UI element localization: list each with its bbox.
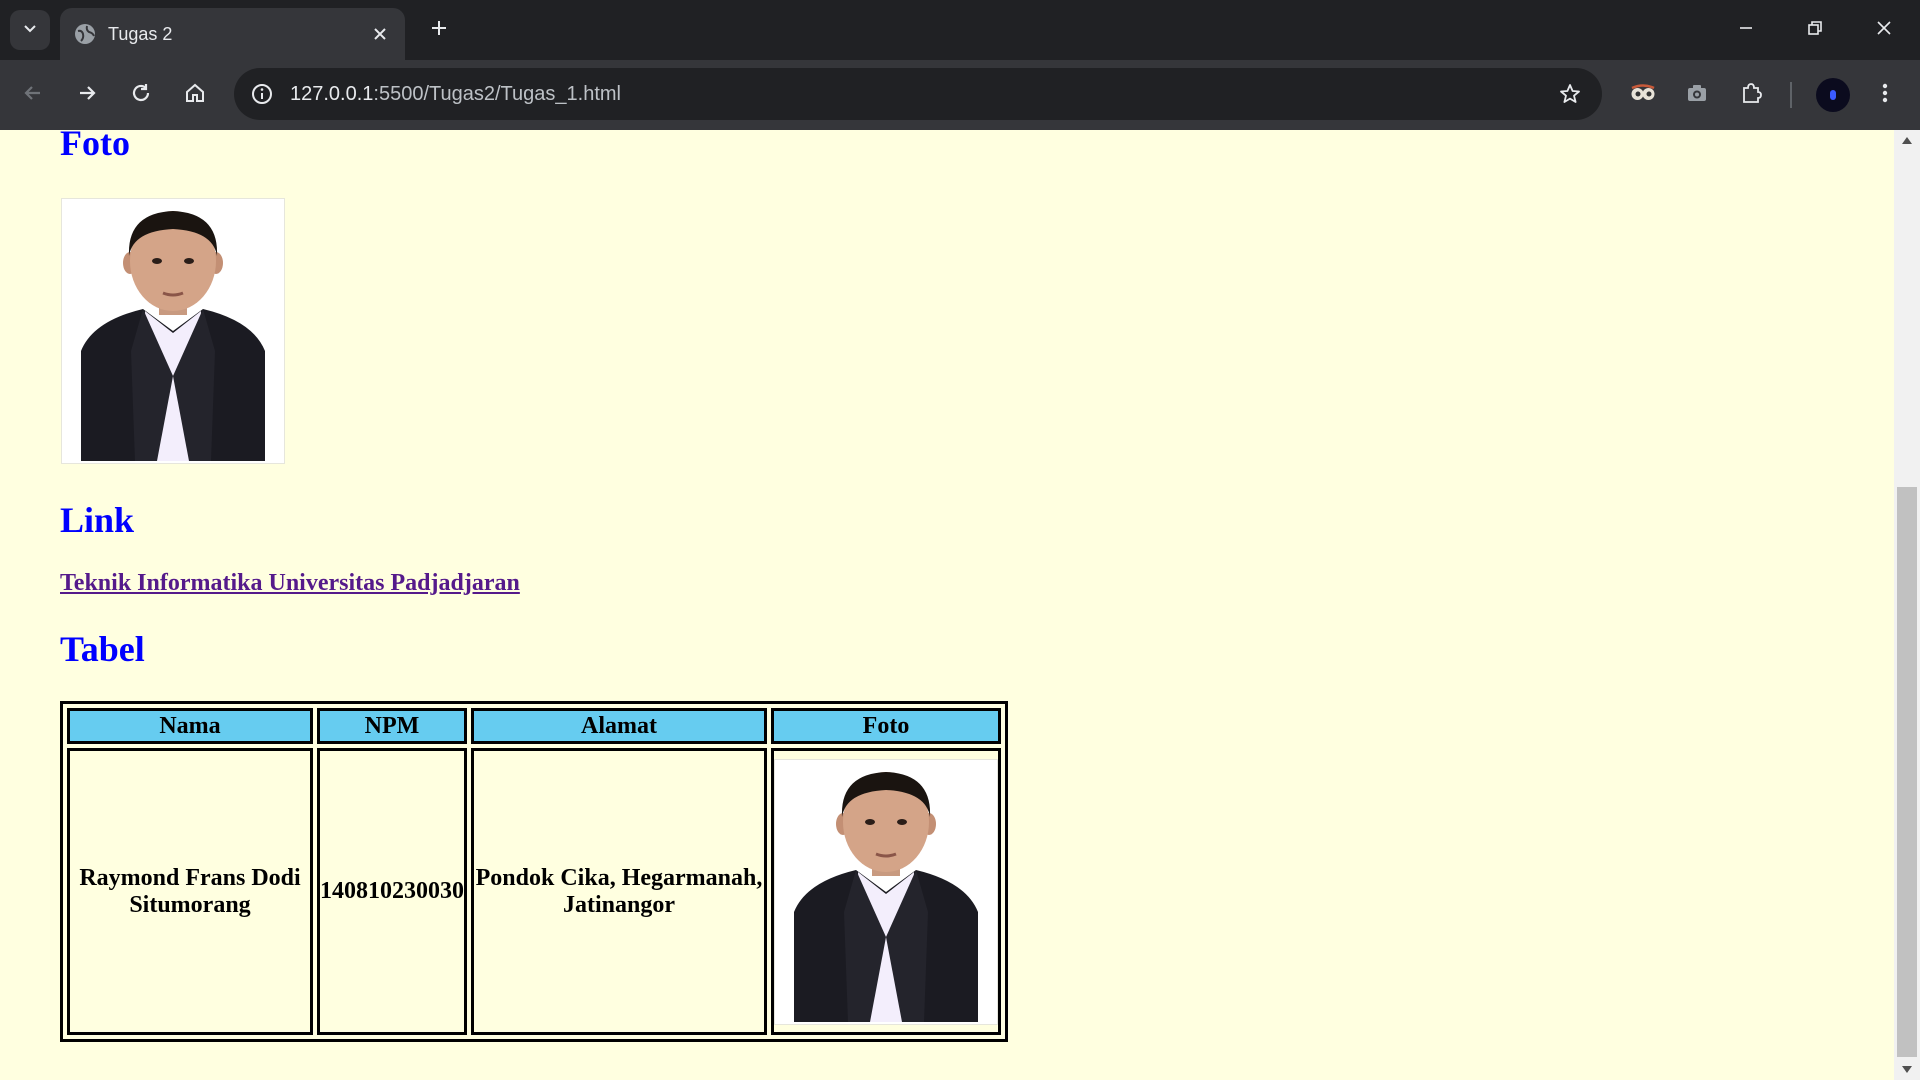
puzzle-icon <box>1740 82 1762 109</box>
profile-photo <box>61 198 285 464</box>
extensions-button[interactable] <box>1734 78 1768 112</box>
home-icon <box>184 82 206 109</box>
screenshot-extension-button[interactable] <box>1680 78 1714 112</box>
page-viewport: Foto Link Teknik Informatika Universitas… <box>0 130 1894 1080</box>
scroll-thumb[interactable] <box>1897 487 1917 1057</box>
reload-button[interactable] <box>124 78 158 112</box>
url-path: :5500/Tugas2/Tugas_1.html <box>373 83 621 105</box>
new-tab-button[interactable] <box>423 14 455 46</box>
back-arrow-icon <box>22 82 44 109</box>
address-bar[interactable]: 127.0.0.1:5500/Tugas2/Tugas_1.html <box>234 68 1602 120</box>
extension-eyes-button[interactable] <box>1626 78 1660 112</box>
reload-icon <box>130 82 152 109</box>
chevron-down-icon <box>22 20 38 41</box>
foto-heading: Foto <box>60 130 130 163</box>
minimize-icon <box>1738 20 1754 41</box>
close-window-button[interactable] <box>1861 8 1907 52</box>
triangle-up-icon <box>1902 131 1912 149</box>
back-button[interactable] <box>16 78 50 112</box>
triangle-down-icon <box>1902 1061 1912 1079</box>
table-portrait-image <box>774 758 998 1025</box>
tab-search-button[interactable] <box>10 10 50 50</box>
header-alamat: Alamat <box>471 708 767 744</box>
cell-npm: 140810230030 <box>317 748 467 1035</box>
browser-toolbar: 127.0.0.1:5500/Tugas2/Tugas_1.html <box>0 60 1920 130</box>
nama-value: Raymond Frans Dodi Situmorang <box>79 864 301 918</box>
tab-title: Tugas 2 <box>108 24 173 44</box>
informatics-link[interactable]: Teknik Informatika Universitas Padjadjar… <box>60 570 520 597</box>
header-npm: NPM <box>317 708 467 744</box>
kebab-menu-icon <box>1882 82 1888 109</box>
url-host: 127.0.0.1 <box>290 83 374 105</box>
close-icon[interactable] <box>369 23 391 45</box>
info-icon[interactable] <box>246 78 278 110</box>
forward-button[interactable] <box>70 78 104 112</box>
menu-button[interactable] <box>1868 78 1902 112</box>
vertical-scrollbar[interactable] <box>1894 130 1920 1080</box>
header-nama: Nama <box>67 708 313 744</box>
home-button[interactable] <box>178 78 212 112</box>
table-row: Raymond Frans Dodi Situmorang 1408102300… <box>67 748 1001 1035</box>
alamat-value: Pondok Cika, Hegarmanah, Jatinangor <box>475 864 763 918</box>
cell-alamat: Pondok Cika, Hegarmanah, Jatinangor <box>471 748 767 1035</box>
forward-arrow-icon <box>76 82 98 109</box>
toolbar-separator <box>1790 82 1792 108</box>
tab-strip: Tugas 2 <box>0 0 1920 60</box>
scroll-up-button[interactable] <box>1894 130 1920 150</box>
npm-value: 140810230030 <box>320 878 464 904</box>
minimize-button[interactable] <box>1723 8 1769 52</box>
portrait-image <box>71 201 275 461</box>
tab-active[interactable]: Tugas 2 <box>60 8 405 60</box>
eyes-extension-icon <box>1630 82 1656 109</box>
profile-avatar[interactable] <box>1816 78 1850 112</box>
scroll-down-button[interactable] <box>1894 1060 1920 1080</box>
link-heading: Link <box>60 500 135 540</box>
cell-nama: Raymond Frans Dodi Situmorang <box>67 748 313 1035</box>
header-foto: Foto <box>771 708 1001 744</box>
avatar-mark <box>1830 90 1836 100</box>
close-icon <box>1876 20 1892 41</box>
restore-button[interactable] <box>1792 8 1838 52</box>
url-text[interactable]: 127.0.0.1:5500/Tugas2/Tugas_1.html <box>290 82 621 106</box>
plus-icon <box>430 19 448 42</box>
restore-icon <box>1807 20 1823 41</box>
table-header-row: Nama NPM Alamat Foto <box>67 708 1001 744</box>
data-table: Nama NPM Alamat Foto Raymond Frans Dodi … <box>60 701 1008 1042</box>
tabel-heading: Tabel <box>60 629 145 669</box>
globe-icon <box>73 22 97 46</box>
star-icon[interactable] <box>1554 78 1586 110</box>
cell-foto <box>771 748 1001 1035</box>
camera-icon <box>1686 82 1708 109</box>
